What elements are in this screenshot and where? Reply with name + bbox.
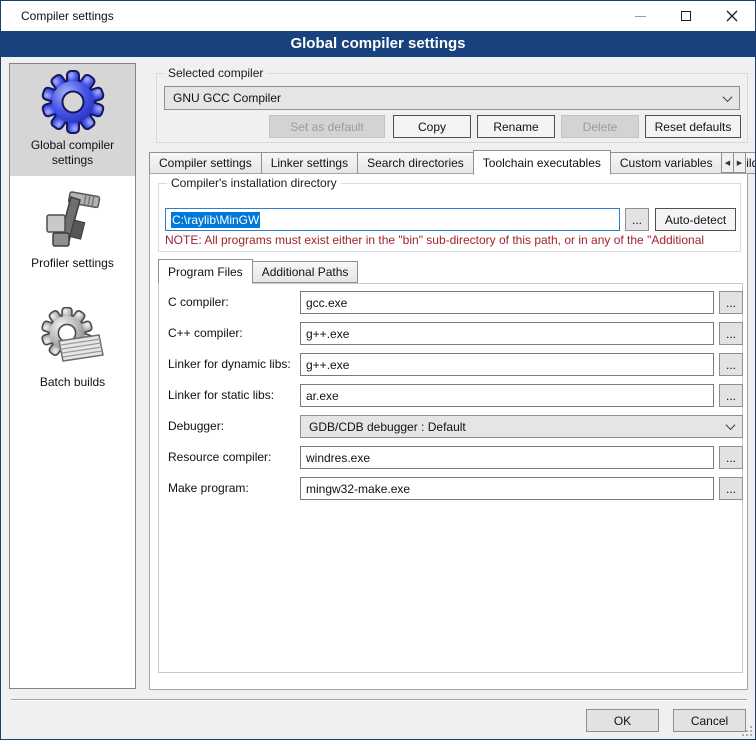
arrow-left-icon: ◀	[725, 159, 730, 167]
dialog-heading: Global compiler settings	[1, 31, 755, 57]
dynamic-linker-browse-button[interactable]: ...	[719, 353, 743, 376]
cpp-compiler-input[interactable]: g++.exe	[300, 322, 714, 345]
c-compiler-value: gcc.exe	[306, 296, 347, 310]
dynamic-linker-value: g++.exe	[306, 358, 349, 372]
dynamic-linker-label: Linker for dynamic libs:	[168, 357, 291, 371]
copy-button[interactable]: Copy	[393, 115, 471, 138]
resize-grip[interactable]	[742, 726, 752, 736]
compiler-settings-dialog: Compiler settings Global compiler settin…	[0, 0, 756, 740]
tab-scroll-right-button[interactable]: ▶	[733, 152, 746, 173]
debugger-label: Debugger:	[168, 419, 224, 433]
cpp-compiler-browse-button[interactable]: ...	[719, 322, 743, 345]
toolchain-subtabstrip: Program Files Additional Paths	[158, 258, 358, 283]
reset-defaults-button[interactable]: Reset defaults	[645, 115, 741, 138]
resource-compiler-value: windres.exe	[306, 451, 370, 465]
sidebar-item-batch-builds[interactable]: Batch builds	[10, 301, 135, 398]
caliper-icon	[41, 188, 105, 252]
auto-detect-button[interactable]: Auto-detect	[655, 208, 736, 231]
tab-compiler-settings[interactable]: Compiler settings	[149, 152, 262, 174]
maximize-icon	[681, 11, 691, 21]
delete-button[interactable]: Delete	[561, 115, 639, 138]
settings-sidebar: Global compiler settings Profiler settin…	[9, 63, 136, 689]
c-compiler-label: C compiler:	[168, 295, 229, 309]
c-compiler-browse-button[interactable]: ...	[719, 291, 743, 314]
bin-subdirectory-note: NOTE: All programs must exist either in …	[165, 233, 737, 247]
maximize-button[interactable]	[663, 1, 709, 31]
close-button[interactable]	[709, 1, 755, 31]
gray-gear-papers-icon	[41, 307, 105, 371]
debugger-value: GDB/CDB debugger : Default	[309, 420, 721, 434]
cpp-compiler-value: g++.exe	[306, 327, 349, 341]
c-compiler-input[interactable]: gcc.exe	[300, 291, 714, 314]
make-program-value: mingw32-make.exe	[306, 482, 410, 496]
sidebar-item-label: Profiler settings	[25, 252, 120, 279]
arrow-right-icon: ▶	[737, 159, 742, 167]
browse-directory-button[interactable]: ...	[625, 208, 649, 231]
make-program-browse-button[interactable]: ...	[719, 477, 743, 500]
make-program-label: Make program:	[168, 481, 249, 495]
rename-button[interactable]: Rename	[477, 115, 555, 138]
tab-scroll-arrows: ◀ ▶	[722, 152, 746, 173]
resource-compiler-input[interactable]: windres.exe	[300, 446, 714, 469]
set-as-default-button[interactable]: Set as default	[269, 115, 385, 138]
make-program-input[interactable]: mingw32-make.exe	[300, 477, 714, 500]
static-linker-input[interactable]: ar.exe	[300, 384, 714, 407]
tab-linker-settings[interactable]: Linker settings	[261, 152, 358, 174]
tab-search-directories[interactable]: Search directories	[357, 152, 474, 174]
minimize-button[interactable]	[617, 1, 663, 31]
static-linker-browse-button[interactable]: ...	[719, 384, 743, 407]
chevron-down-icon	[723, 92, 733, 102]
toolchain-executables-page: Compiler's installation directory C:\ray…	[149, 173, 748, 690]
titlebar[interactable]: Compiler settings	[1, 1, 755, 31]
static-linker-label: Linker for static libs:	[168, 388, 274, 402]
resource-compiler-label: Resource compiler:	[168, 450, 271, 464]
sidebar-item-label: Global compiler settings	[10, 134, 135, 176]
sidebar-item-profiler-settings[interactable]: Profiler settings	[10, 182, 135, 279]
chevron-down-icon	[726, 420, 736, 430]
installation-directory-group-label: Compiler's installation directory	[167, 177, 341, 190]
ok-button[interactable]: OK	[586, 709, 659, 732]
resource-compiler-browse-button[interactable]: ...	[719, 446, 743, 469]
tab-custom-variables[interactable]: Custom variables	[610, 152, 723, 174]
compiler-select-value: GNU GCC Compiler	[173, 91, 718, 105]
blue-gear-icon	[41, 70, 105, 134]
sidebar-item-label: Batch builds	[34, 371, 111, 398]
close-icon	[726, 10, 738, 22]
debugger-select[interactable]: GDB/CDB debugger : Default	[300, 415, 743, 438]
cpp-compiler-label: C++ compiler:	[168, 326, 243, 340]
subtab-additional-paths[interactable]: Additional Paths	[252, 261, 359, 283]
cancel-button[interactable]: Cancel	[673, 709, 746, 732]
static-linker-value: ar.exe	[306, 389, 339, 403]
settings-tabstrip: Compiler settings Linker settings Search…	[149, 148, 756, 174]
tab-toolchain-executables[interactable]: Toolchain executables	[473, 150, 611, 175]
window-title: Compiler settings	[1, 9, 114, 23]
installation-directory-input[interactable]: C:\raylib\MinGW	[165, 208, 620, 231]
minimize-icon	[635, 16, 646, 17]
dynamic-linker-input[interactable]: g++.exe	[300, 353, 714, 376]
installation-directory-value: C:\raylib\MinGW	[171, 212, 260, 228]
sidebar-item-global-compiler-settings[interactable]: Global compiler settings	[10, 64, 135, 176]
subtab-program-files[interactable]: Program Files	[158, 259, 253, 284]
footer-divider	[11, 699, 747, 700]
compiler-select[interactable]: GNU GCC Compiler	[164, 86, 740, 110]
selected-compiler-group-label: Selected compiler	[164, 67, 267, 80]
